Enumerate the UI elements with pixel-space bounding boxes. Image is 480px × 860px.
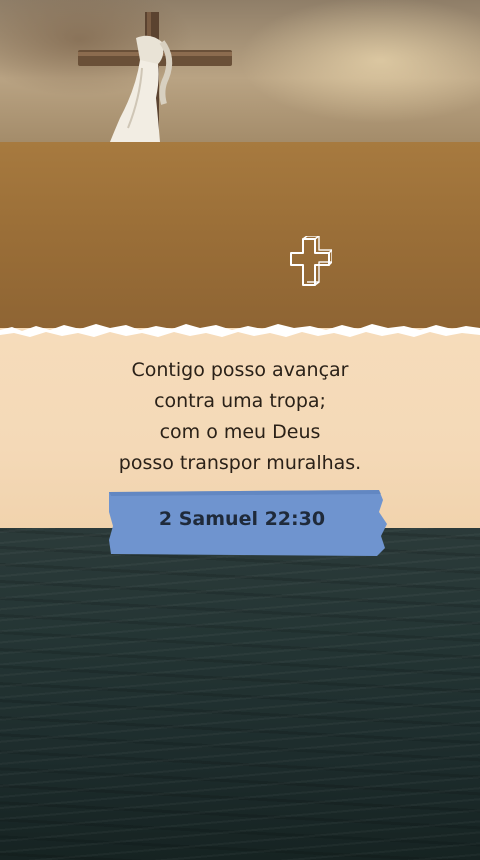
cross-photo-background	[0, 0, 480, 142]
brown-band	[0, 142, 480, 332]
wooden-cross-image	[78, 12, 232, 142]
cross-outline-icon	[290, 236, 332, 286]
verse-line-2: contra uma tropa;	[154, 390, 326, 412]
verse-line-3: com o meu Deus	[159, 421, 321, 443]
bible-verse-text: Contigo posso avançar contra uma tropa; …	[0, 355, 480, 479]
verse-line-1: Contigo posso avançar	[131, 359, 349, 381]
verse-line-4: posso transpor muralhas.	[118, 452, 362, 474]
dark-sea-background	[0, 520, 480, 860]
verse-reference: 2 Samuel 22:30	[158, 508, 326, 530]
torn-paper-edge	[0, 324, 480, 342]
